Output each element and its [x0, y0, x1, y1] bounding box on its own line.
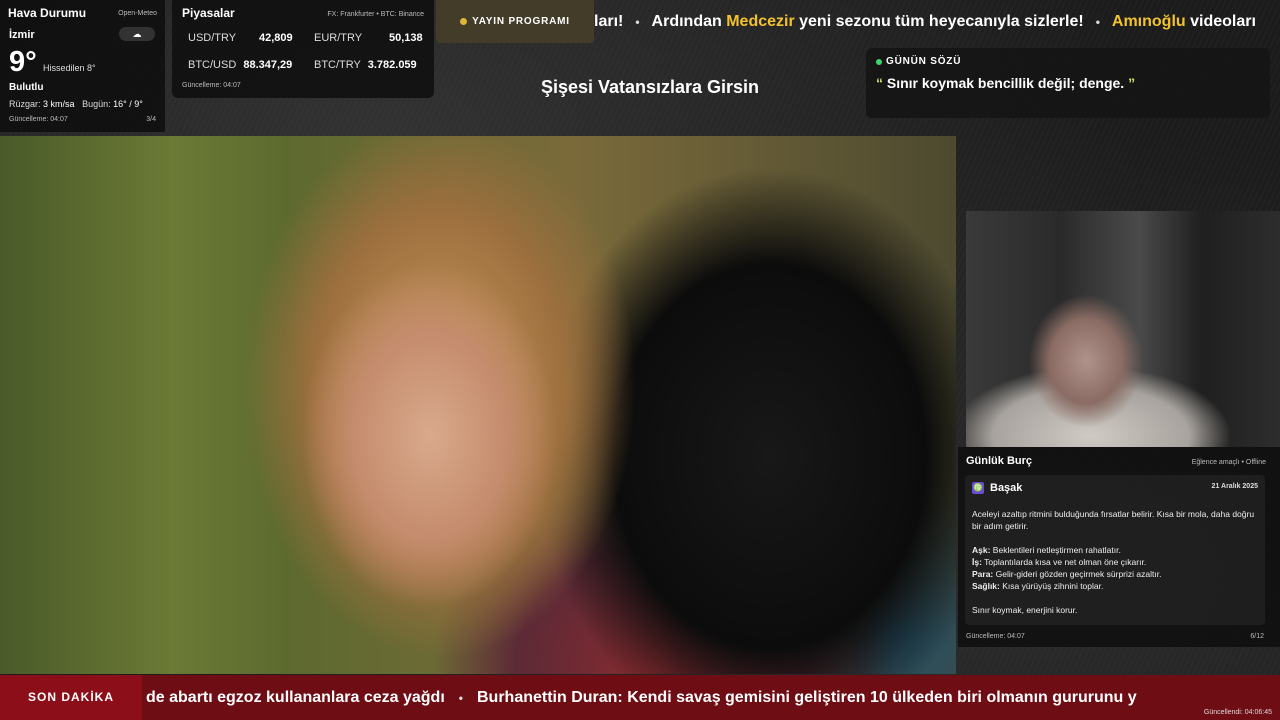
market-label: USD/TRY [188, 32, 236, 44]
breaking-separator: • [458, 691, 463, 705]
ticker-text: Ardından [651, 13, 727, 30]
weather-feels-like: Hissedilen 8° [43, 63, 96, 73]
breaking-label: SON DAKİKA [0, 675, 142, 720]
money-text: Gelir-gideri gözden geçirmek sürprizi az… [993, 569, 1162, 579]
quote-widget: GÜNÜN SÖZÜ “ Sınır koymak bencillik deği… [866, 48, 1270, 118]
close-quote-icon: ” [1124, 75, 1136, 91]
quote-text: Sınır koymak bencillik değil; denge. [886, 75, 1125, 91]
wind-value: 3 km/sa [43, 99, 75, 109]
horoscope-money: Para: Gelir-gideri gözden geçirmek sürpr… [972, 568, 1258, 580]
health-text: Kısa yürüyüş zihnini toplar. [999, 581, 1104, 591]
schedule-button[interactable]: YAYIN PROGRAMI [436, 0, 594, 43]
live-dot-icon [876, 58, 882, 65]
weather-condition: Bulutlu [9, 82, 44, 93]
weather-page-indicator: 3/4 [146, 116, 156, 123]
market-btc-try: BTC/TRY 3.782.059 [314, 59, 417, 71]
horoscope-page-indicator: 6/12 [1250, 633, 1264, 640]
market-label: EUR/TRY [314, 32, 362, 44]
horoscope-love: Aşk: Beklentileri netleştirmen rahatlatı… [972, 544, 1258, 556]
love-text: Beklentileri netleştirmen rahatlatır. [990, 545, 1121, 555]
market-value: 50,138 [388, 32, 423, 44]
market-value: 3.782.059 [367, 59, 417, 71]
virgo-icon: ♍ [972, 482, 984, 494]
breaking-item: de abartı egzoz kullananlara ceza yağdı [146, 689, 445, 706]
ticker-text: ları! [594, 13, 624, 30]
horoscope-meta: Eğlence amaçlı • Offline [1191, 459, 1266, 466]
horoscope-work: İş: Toplantılarda kısa ve net olman öne … [972, 556, 1258, 568]
breaking-updated: Güncellendi: 04:06:45 [1203, 709, 1272, 716]
market-btc-usd: BTC/USD 88.347,29 [188, 59, 292, 71]
work-label: İş: [972, 557, 982, 567]
weather-details: Rüzgar: 3 km/sa Bugün: 16° / 9° [9, 99, 143, 109]
breaking-news-bar: SON DAKİKA de abartı egzoz kullananlara … [0, 675, 1280, 720]
ticker-separator: • [1095, 15, 1100, 29]
markets-source: FX: Frankfurter • BTC: Binance [327, 11, 424, 18]
love-label: Aşk: [972, 545, 991, 555]
horoscope-closing: Sınır koymak, enerjini korur. [972, 605, 1078, 615]
market-value: 42,809 [258, 32, 293, 44]
horoscope-body: Aceleyi azaltıp ritmini bulduğunda fırsa… [972, 508, 1258, 616]
today-value: 16° / 9° [113, 99, 143, 109]
market-usd-try: USD/TRY 42,809 [188, 32, 293, 44]
horoscope-sign: Başak [990, 482, 1023, 494]
weather-source: Open-Meteo [118, 10, 157, 17]
markets-updated: Güncelleme: 04:07 [182, 82, 241, 89]
markets-widget: Piyasalar FX: Frankfurter • BTC: Binance… [172, 0, 434, 98]
schedule-label: YAYIN PROGRAMI [472, 16, 570, 27]
show-title: Şişesi Vatansızlara Girsin [540, 77, 760, 97]
weather-temperature: 9° [9, 46, 37, 78]
breaking-item: Burhanettin Duran: Kendi savaş gemisini … [476, 689, 1137, 706]
cloud-icon: ☁ [119, 27, 155, 41]
today-label: Bugün: [82, 99, 111, 109]
open-quote-icon: “ [876, 75, 887, 91]
work-text: Toplantılarda kısa ve net olman öne çıka… [981, 557, 1147, 567]
horoscope-health: Sağlık: Kısa yürüyüş zihnini toplar. [972, 580, 1258, 592]
webcam-feed [966, 211, 1280, 447]
quote-label: GÜNÜN SÖZÜ [886, 56, 962, 67]
weather-widget: Hava Durumu Open-Meteo İzmir ☁ 9° Hissed… [0, 0, 165, 132]
ticker-separator: • [635, 15, 640, 29]
quote-header: GÜNÜN SÖZÜ [876, 56, 1260, 67]
horoscope-updated: Güncelleme: 04:07 [966, 633, 1025, 640]
schedule-dot-icon [460, 18, 468, 25]
health-label: Sağlık: [972, 581, 1000, 591]
ticker-text: yeni sezonu tüm heyecanıyla sizlerle! [794, 13, 1084, 30]
money-label: Para: [972, 569, 994, 579]
wind-label: Rüzgar: [9, 99, 41, 109]
horoscope-card: ♍ Başak 21 Aralık 2025 Aceleyi azaltıp r… [965, 475, 1265, 625]
market-label: BTC/USD [188, 59, 237, 71]
ticker-text: videoları [1185, 13, 1256, 30]
market-eur-try: EUR/TRY 50,138 [314, 32, 423, 44]
horoscope-date: 21 Aralık 2025 [1211, 483, 1258, 490]
weather-updated: Güncelleme: 04:07 [9, 116, 68, 123]
market-label: BTC/TRY [314, 59, 361, 71]
ticker-highlight: Medcezir [726, 13, 795, 30]
weather-city: İzmir [9, 29, 35, 41]
ticker-highlight: Amınoğlu [1111, 13, 1186, 30]
video-player[interactable] [0, 136, 956, 674]
quote-body: “ Sınır koymak bencillik değil; denge. ” [876, 75, 1260, 91]
market-value: 88.347,29 [243, 59, 293, 71]
top-ticker: ları! • Ardından Medcezir yeni sezonu tüm … [594, 0, 1280, 43]
breaking-ticker: de abartı egzoz kullananlara ceza yağdı •… [146, 675, 1280, 720]
horoscope-intro: Aceleyi azaltıp ritmini bulduğunda fırsa… [972, 509, 1255, 531]
horoscope-widget: Günlük Burç Eğlence amaçlı • Offline ♍ B… [958, 447, 1280, 647]
